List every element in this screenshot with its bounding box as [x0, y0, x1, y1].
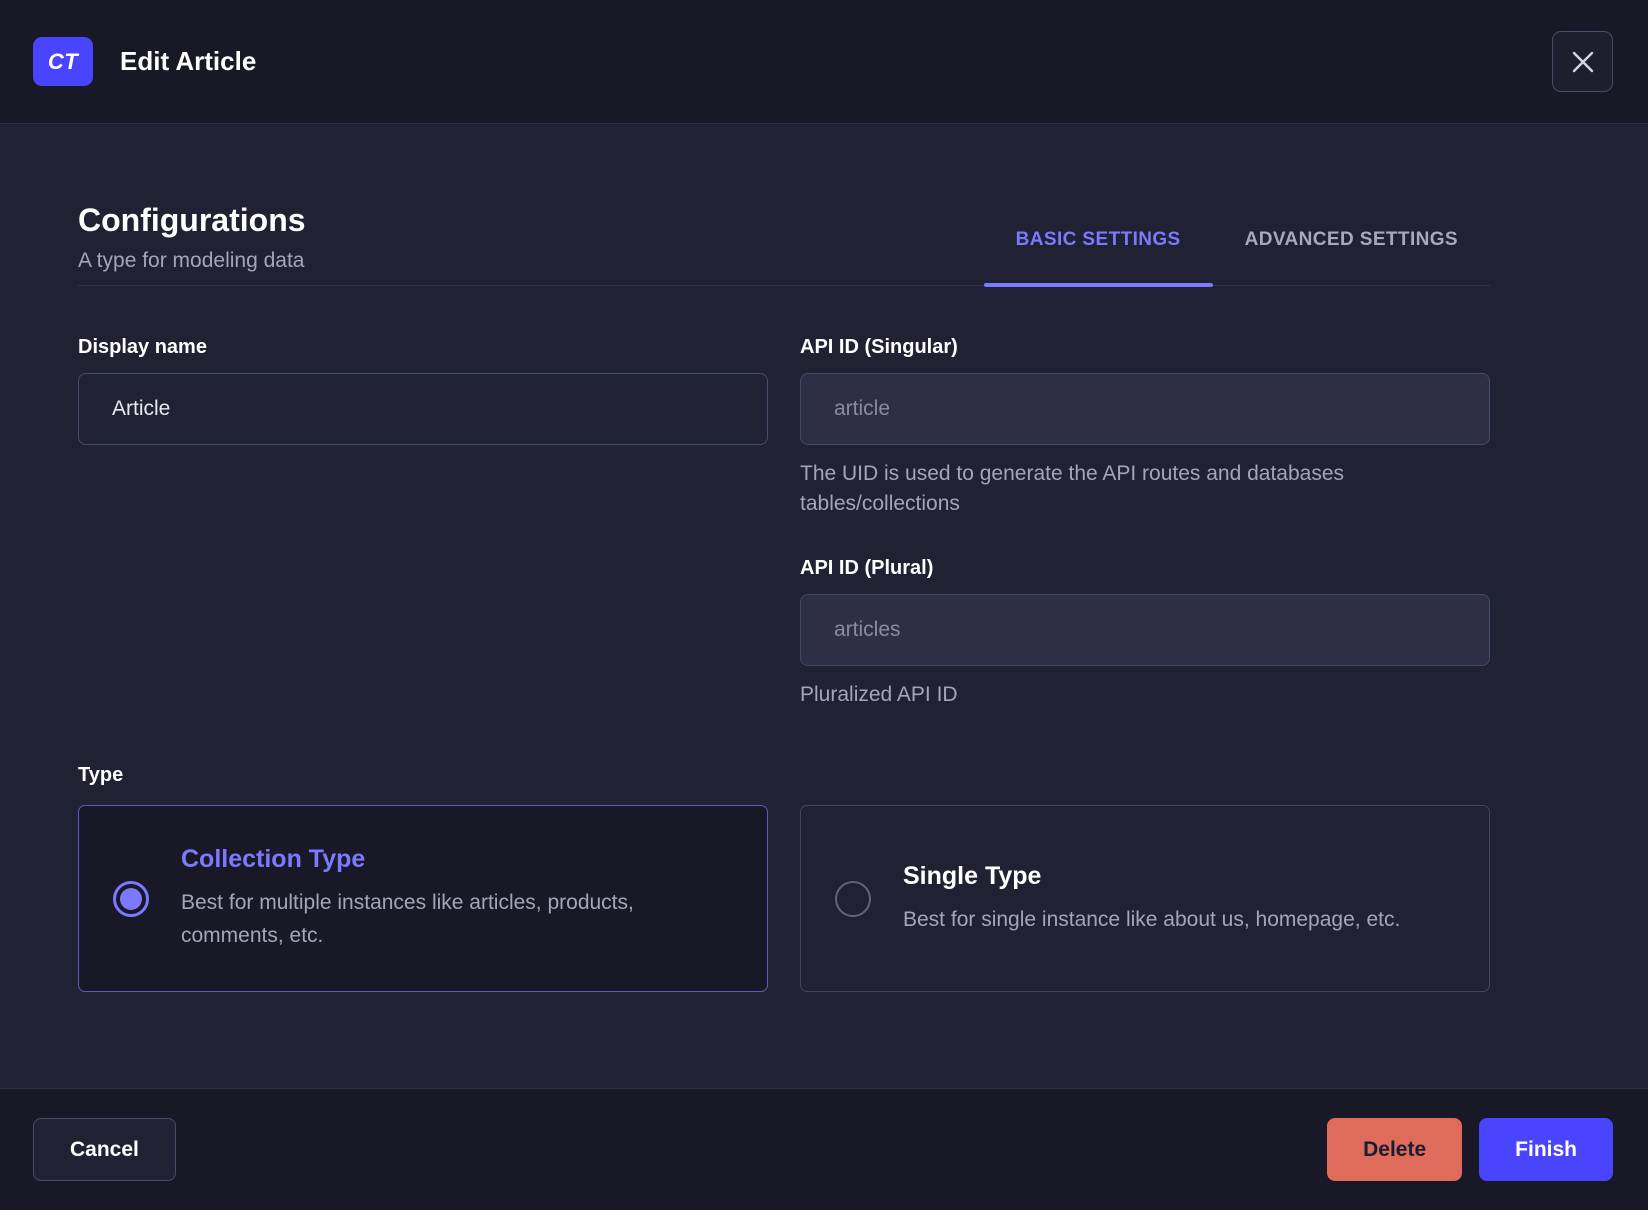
collection-type-text: Collection Type Best for multiple instan…	[181, 845, 726, 952]
api-id-plural-field: API ID (Plural) Pluralized API ID	[800, 557, 1490, 710]
footer-actions: Delete Finish	[1327, 1118, 1613, 1181]
modal-footer: Cancel Delete Finish	[0, 1088, 1648, 1210]
delete-button[interactable]: Delete	[1327, 1118, 1463, 1181]
display-name-input[interactable]	[78, 373, 768, 445]
tab-advanced-settings[interactable]: ADVANCED SETTINGS	[1213, 229, 1490, 285]
page-title: Configurations	[78, 202, 306, 238]
api-id-singular-helper: The UID is used to generate the API rout…	[800, 462, 1345, 515]
modal-body: Configurations A type for modeling data …	[0, 124, 1648, 1088]
modal-title: Edit Article	[120, 46, 257, 76]
close-icon	[1572, 51, 1593, 72]
single-type-title: Single Type	[903, 861, 1042, 890]
single-type-text: Single Type Best for single instance lik…	[903, 862, 1400, 936]
finish-button[interactable]: Finish	[1479, 1118, 1613, 1181]
config-header: Configurations A type for modeling data …	[78, 202, 1490, 287]
collection-type-description: Best for multiple instances like article…	[181, 891, 634, 947]
cancel-button[interactable]: Cancel	[33, 1118, 176, 1181]
config-titles: Configurations A type for modeling data	[78, 202, 306, 285]
single-type-description: Best for single instance like about us, …	[903, 907, 1401, 931]
modal-header: CT Edit Article	[0, 0, 1648, 124]
collection-type-title: Collection Type	[181, 845, 366, 873]
api-id-plural-helper: Pluralized API ID	[800, 683, 958, 706]
api-id-singular-label: API ID (Singular)	[800, 336, 958, 358]
collection-type-card[interactable]: Collection Type Best for multiple instan…	[78, 805, 768, 992]
form-grid: Display name API ID (Singular) The UID i…	[78, 336, 1490, 710]
type-section: Type Collection Type Best for multiple i…	[78, 764, 1490, 992]
display-name-label: Display name	[78, 336, 207, 358]
collection-type-radio[interactable]	[113, 880, 149, 917]
type-cards: Collection Type Best for multiple instan…	[78, 805, 1490, 992]
display-name-field: Display name	[78, 336, 768, 445]
single-type-radio[interactable]	[835, 880, 871, 917]
api-id-singular-field: API ID (Singular) The UID is used to gen…	[800, 336, 1490, 519]
tab-basic-settings[interactable]: BASIC SETTINGS	[983, 229, 1213, 287]
settings-tabs: BASIC SETTINGS ADVANCED SETTINGS	[983, 229, 1490, 287]
edit-article-modal: CT Edit Article Configurations A type fo…	[0, 0, 1648, 1210]
page-subtitle: A type for modeling data	[78, 249, 305, 272]
close-button[interactable]	[1552, 31, 1613, 92]
single-type-card[interactable]: Single Type Best for single instance lik…	[800, 805, 1490, 992]
content-type-badge: CT	[33, 37, 93, 86]
api-id-plural-label: API ID (Plural)	[800, 557, 934, 579]
api-id-plural-input[interactable]	[800, 594, 1490, 666]
type-label: Type	[78, 764, 124, 786]
api-id-singular-input[interactable]	[800, 373, 1490, 445]
